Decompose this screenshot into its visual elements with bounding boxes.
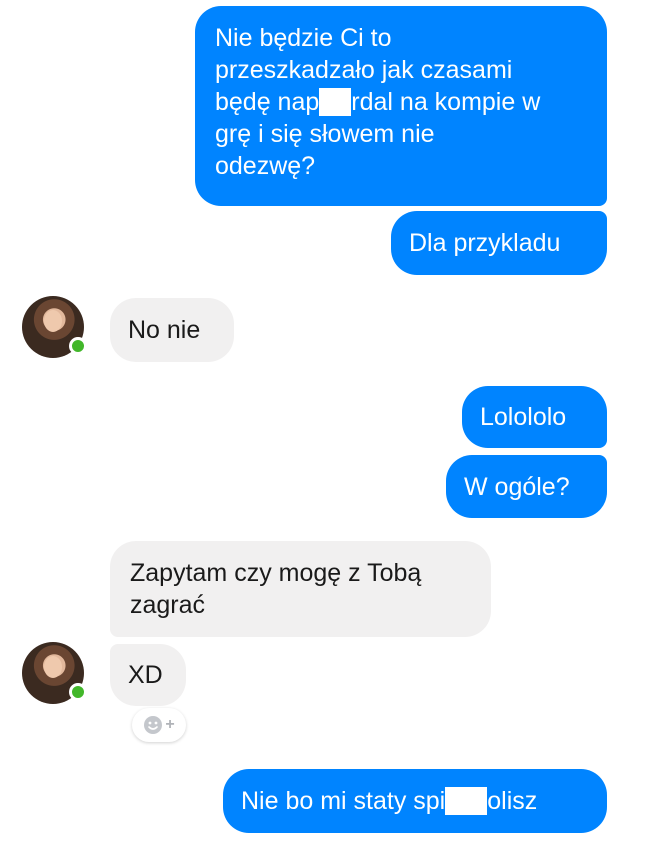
message-incoming[interactable]: No nie	[110, 298, 234, 362]
add-reaction-button[interactable]: +	[132, 708, 186, 742]
message-outgoing[interactable]: Nie bo mi staty spi olisz	[223, 769, 607, 833]
message-text-line: zagrać	[130, 591, 206, 619]
message-text-line: grę i się słowem nie	[215, 120, 435, 148]
message-text: W ogóle?	[464, 472, 570, 501]
message-incoming[interactable]: Zapytam czy mogę z Tobą zagrać	[110, 541, 491, 637]
message-text-part: rdal na kompie w	[351, 88, 541, 116]
redaction-box	[445, 787, 488, 815]
message-text-part: Nie bo mi staty spi	[241, 787, 446, 815]
message-text-line: będę nap rdal na kompie w	[215, 86, 589, 118]
message-outgoing[interactable]: Lolololo	[462, 386, 607, 448]
message-text-line: odezwę?	[215, 152, 316, 180]
avatar-face	[44, 310, 62, 332]
message-outgoing[interactable]: Nie będzie Ci to przeszkadzało jak czasa…	[195, 6, 607, 206]
message-text-line: Nie będzie Ci to	[215, 24, 392, 52]
contact-avatar[interactable]	[22, 642, 87, 704]
message-text-part: olisz	[487, 787, 538, 815]
contact-avatar[interactable]	[22, 296, 87, 358]
avatar-face	[44, 656, 62, 678]
smiley-icon	[144, 716, 163, 734]
message-text-part: będę nap	[215, 88, 320, 116]
redaction-box	[319, 88, 352, 116]
message-text: Dla przykladu	[409, 229, 561, 257]
plus-icon: +	[165, 716, 175, 733]
message-text: No nie	[128, 316, 201, 344]
message-text-line: przeszkadzało jak czasami	[215, 56, 513, 84]
message-outgoing[interactable]: W ogóle?	[446, 455, 607, 518]
message-incoming[interactable]: XD	[110, 644, 186, 706]
message-text: XD	[128, 661, 163, 689]
online-status-dot	[69, 683, 87, 701]
message-text: Lolololo	[480, 403, 567, 431]
message-text-line: Zapytam czy mogę z Tobą	[130, 559, 422, 587]
message-outgoing[interactable]: Dla przykladu	[391, 211, 607, 275]
online-status-dot	[69, 337, 87, 355]
